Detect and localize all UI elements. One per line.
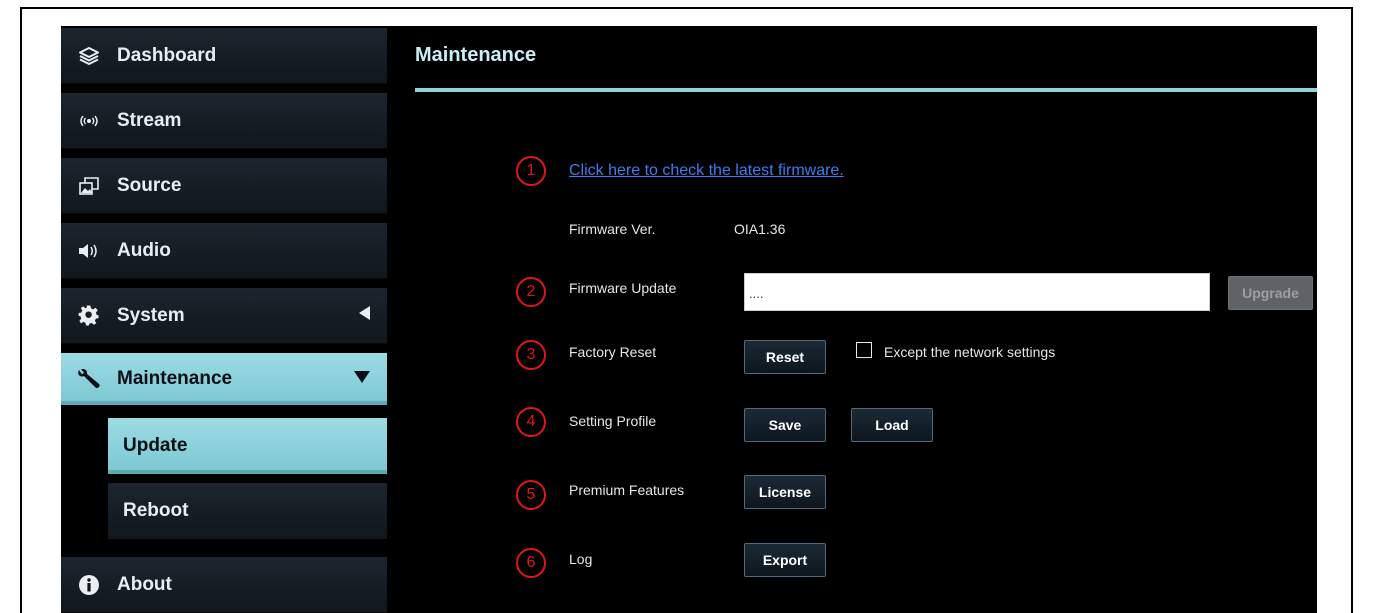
sidebar-subitem-reboot[interactable]: Reboot [108, 483, 387, 539]
sidebar-item-label: Stream [117, 109, 182, 131]
except-network-label: Except the network settings [884, 344, 1056, 360]
log-label: Log [569, 551, 593, 567]
sidebar-item-about[interactable]: About [61, 557, 387, 613]
firmware-update-label: Firmware Update [569, 280, 677, 296]
factory-reset-label: Factory Reset [569, 344, 657, 360]
marker-6: 6 [516, 548, 546, 578]
collapse-arrow-icon [357, 305, 371, 327]
layers-icon [61, 45, 117, 67]
sidebar-item-maintenance[interactable]: Maintenance [61, 353, 387, 406]
export-log-button[interactable]: Export [744, 543, 826, 577]
sidebar-item-stream[interactable]: Stream [61, 93, 387, 149]
sidebar-item-source[interactable]: Source [61, 158, 387, 214]
expand-arrow-icon [353, 368, 371, 390]
marker-2: 2 [516, 277, 546, 307]
sidebar-item-system[interactable]: System [61, 288, 387, 344]
sidebar-item-label: Audio [117, 239, 171, 261]
marker-4: 4 [516, 407, 546, 437]
page-title: Maintenance [415, 44, 537, 66]
app-window: Dashboard Stream Source Audio System Mai… [61, 26, 1317, 613]
premium-features-label: Premium Features [569, 482, 685, 498]
reset-button[interactable]: Reset [744, 340, 826, 374]
except-network-checkbox[interactable] [856, 342, 872, 358]
sidebar-subitem-label: Reboot [123, 500, 189, 521]
wrench-icon [61, 368, 117, 390]
sidebar-item-label: About [117, 573, 172, 595]
source-icon [61, 176, 117, 196]
info-icon [61, 574, 117, 596]
title-divider [415, 88, 1317, 92]
marker-1: 1 [516, 156, 546, 186]
firmware-version-value: OIA1.36 [734, 221, 786, 237]
gear-icon [61, 304, 117, 327]
broadcast-icon [61, 113, 117, 129]
sidebar-subitem-label: Update [123, 435, 188, 456]
check-firmware-link[interactable]: Click here to check the latest firmware. [569, 162, 844, 180]
sidebar-item-label: System [117, 304, 185, 326]
license-button[interactable]: License [744, 475, 826, 509]
speaker-icon [61, 242, 117, 260]
marker-5: 5 [516, 480, 546, 510]
setting-profile-label: Setting Profile [569, 413, 657, 429]
sidebar-item-audio[interactable]: Audio [61, 223, 387, 279]
sidebar-item-dashboard[interactable]: Dashboard [61, 28, 387, 84]
marker-3: 3 [516, 340, 546, 370]
save-profile-button[interactable]: Save [744, 408, 826, 442]
firmware-file-input[interactable]: .... [744, 273, 1210, 311]
sidebar-subitem-update[interactable]: Update [108, 418, 387, 474]
sidebar-item-label: Source [117, 174, 182, 196]
upgrade-button[interactable]: Upgrade [1228, 276, 1313, 310]
firmware-version-label: Firmware Ver. [569, 221, 656, 237]
sidebar-item-label: Dashboard [117, 44, 217, 66]
load-profile-button[interactable]: Load [851, 408, 933, 442]
sidebar-item-label: Maintenance [117, 368, 233, 389]
